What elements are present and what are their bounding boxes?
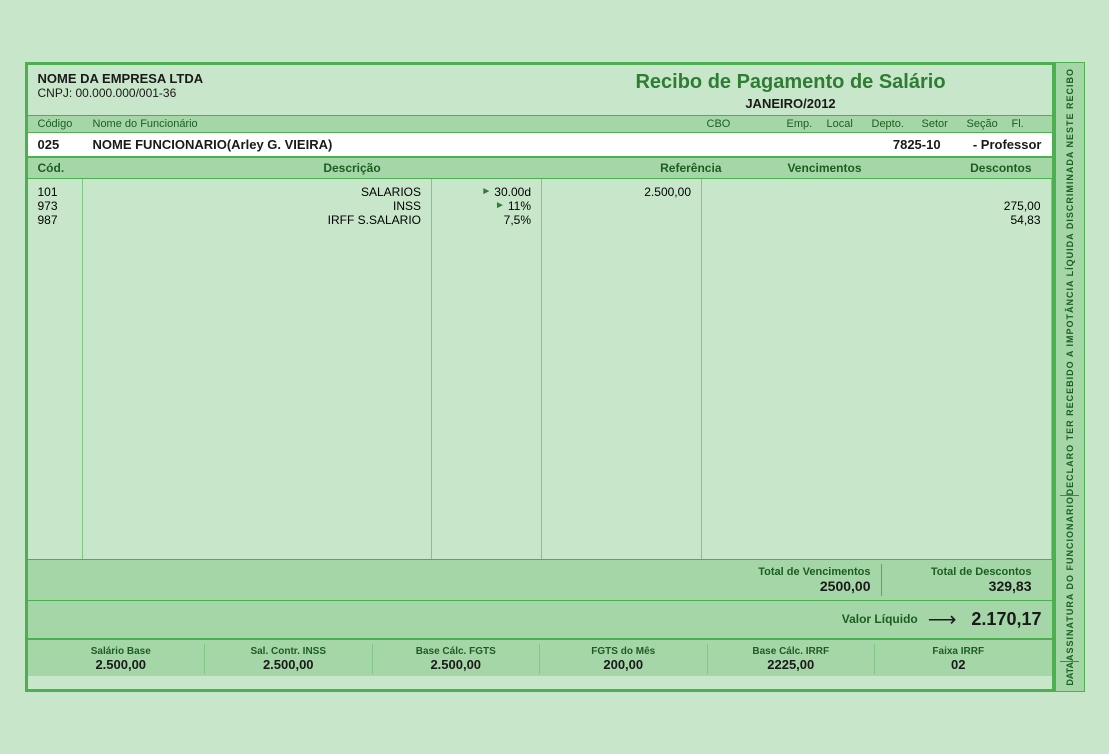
- footer-faixa-irrf: Faixa IRRF 02: [875, 644, 1042, 674]
- footer-fgts-mes-label: FGTS do Mês: [545, 646, 702, 657]
- payslip-period: JANEIRO/2012: [540, 96, 1042, 111]
- header-right: Recibo de Pagamento de Salário JANEIRO/2…: [540, 71, 1042, 111]
- col-label-secao: Seção: [967, 118, 1012, 130]
- footer-fgts-mes-value: 200,00: [545, 657, 702, 672]
- totals-descontos: Total de Descontos 329,83: [882, 564, 1042, 596]
- item-venc-0: 2.500,00: [552, 185, 691, 199]
- col-section-venc: 2.500,00: [542, 179, 702, 559]
- company-name: NOME DA EMPRESA LTDA: [38, 71, 540, 86]
- totals-spacer: [38, 564, 722, 596]
- totals-desc-label: Total de Descontos: [892, 566, 1032, 578]
- col-label-emp: Emp.: [787, 118, 827, 130]
- col-section-desc: 275,00 54,83: [702, 179, 1052, 559]
- th-referencia: Referência: [612, 161, 722, 175]
- liquido-label: Valor Líquido: [842, 612, 918, 626]
- col-section-desc: SALARIOS INSS IRFF S.SALARIO: [83, 179, 433, 559]
- totals-venc-value: 2500,00: [732, 578, 871, 594]
- col-label-codigo: Código: [38, 118, 93, 130]
- footer-base-calc-irrf-value: 2225,00: [713, 657, 870, 672]
- footer-sal-contr-inss-label: Sal. Contr. INSS: [210, 646, 367, 657]
- employee-codigo: 025: [38, 137, 93, 152]
- sidebar-text-assinatura: ASSINATURA DO FUNCIONARIO: [1065, 496, 1075, 661]
- footer-fgts-mes: FGTS do Mês 200,00: [540, 644, 708, 674]
- th-descricao: Descrição: [93, 161, 612, 175]
- footer-base-calc-irrf-label: Base Cálc. IRRF: [713, 646, 870, 657]
- col-label-depto: Depto.: [872, 118, 922, 130]
- item-ref-0: ►30.00d: [442, 185, 531, 199]
- item-venc-2: [552, 213, 691, 227]
- item-cod-2: 987: [38, 213, 72, 227]
- item-cod-1: 973: [38, 199, 72, 213]
- employee-data-row: 025 NOME FUNCIONARIO(Arley G. VIEIRA) 78…: [28, 133, 1052, 158]
- footer-salario-base-value: 2.500,00: [43, 657, 200, 672]
- cnpj: CNPJ: 00.000.000/001-36: [38, 86, 540, 100]
- footer-base-calc-fgts: Base Cálc. FGTS 2.500,00: [373, 644, 541, 674]
- item-venc-1: [552, 199, 691, 213]
- footer-sal-contr-inss-value: 2.500,00: [210, 657, 367, 672]
- item-desc-1: 275,00: [712, 199, 1041, 213]
- footer-section: Salário Base 2.500,00 Sal. Contr. INSS 2…: [28, 638, 1052, 676]
- payslip-container: NOME DA EMPRESA LTDA CNPJ: 00.000.000/00…: [25, 62, 1085, 692]
- col-label-nome: Nome do Funcionário: [93, 118, 707, 130]
- footer-sal-contr-inss: Sal. Contr. INSS 2.500,00: [205, 644, 373, 674]
- table-header: Cód. Descrição Referência Vencimentos De…: [28, 158, 1052, 179]
- employee-nome: NOME FUNCIONARIO(Arley G. VIEIRA): [93, 137, 893, 152]
- header: NOME DA EMPRESA LTDA CNPJ: 00.000.000/00…: [28, 65, 1052, 116]
- table-body: 101 973 987 SALARIOS INSS IRFF S.SALARIO…: [28, 179, 1052, 559]
- liquido-value: 2.170,17: [971, 609, 1041, 630]
- employee-cbo: 7825-10: [893, 137, 973, 152]
- item-ref-2: 7,5%: [442, 213, 531, 227]
- arrow-right-icon: ⟶: [928, 607, 957, 632]
- item-desc-2: 54,83: [712, 213, 1041, 227]
- employee-cargo: - Professor: [973, 137, 1042, 152]
- th-vencimentos: Vencimentos: [722, 161, 882, 175]
- footer-base-calc-fgts-label: Base Cálc. FGTS: [378, 646, 535, 657]
- totals-desc-value: 329,83: [892, 578, 1032, 594]
- totals-venc-label: Total de Vencimentos: [732, 566, 871, 578]
- totals-vencimentos: Total de Vencimentos 2500,00: [722, 564, 882, 596]
- footer-salario-base: Salário Base 2.500,00: [38, 644, 206, 674]
- item-desc-0: SALARIOS: [93, 185, 422, 199]
- footer-faixa-irrf-value: 02: [880, 657, 1037, 672]
- payslip-title: Recibo de Pagamento de Salário: [540, 71, 1042, 94]
- th-descontos: Descontos: [882, 161, 1042, 175]
- main-content: NOME DA EMPRESA LTDA CNPJ: 00.000.000/00…: [26, 63, 1054, 691]
- employee-header-labels: Código Nome do Funcionário CBO Emp. Loca…: [28, 116, 1052, 133]
- col-section-ref: ►30.00d ►11% 7,5%: [432, 179, 542, 559]
- col-label-cbo: CBO: [707, 118, 787, 130]
- col-section-cod: 101 973 987: [28, 179, 83, 559]
- sidebar: DECLARO TER RECEBIDO A IMPOTÂNCIA LÍQUID…: [1054, 63, 1084, 691]
- sidebar-text-data: DATA: [1065, 662, 1075, 686]
- item-cod-0: 101: [38, 185, 72, 199]
- header-left: NOME DA EMPRESA LTDA CNPJ: 00.000.000/00…: [38, 71, 540, 111]
- item-ref-1: ►11%: [442, 199, 531, 213]
- item-desc-2: IRFF S.SALARIO: [93, 213, 422, 227]
- item-desc-1: INSS: [93, 199, 422, 213]
- footer-salario-base-label: Salário Base: [43, 646, 200, 657]
- totals-row: Total de Vencimentos 2500,00 Total de De…: [28, 559, 1052, 600]
- col-label-setor: Setor: [922, 118, 967, 130]
- col-label-fl: Fl.: [1012, 118, 1042, 130]
- sidebar-text-declaro: DECLARO TER RECEBIDO A IMPOTÂNCIA LÍQUID…: [1065, 68, 1075, 495]
- footer-base-calc-fgts-value: 2.500,00: [378, 657, 535, 672]
- liquido-row: Valor Líquido ⟶ 2.170,17: [28, 600, 1052, 638]
- th-cod: Cód.: [38, 161, 93, 175]
- item-desc-0: [712, 185, 1041, 199]
- col-label-local: Local: [827, 118, 872, 130]
- footer-faixa-irrf-label: Faixa IRRF: [880, 646, 1037, 657]
- footer-base-calc-irrf: Base Cálc. IRRF 2225,00: [708, 644, 876, 674]
